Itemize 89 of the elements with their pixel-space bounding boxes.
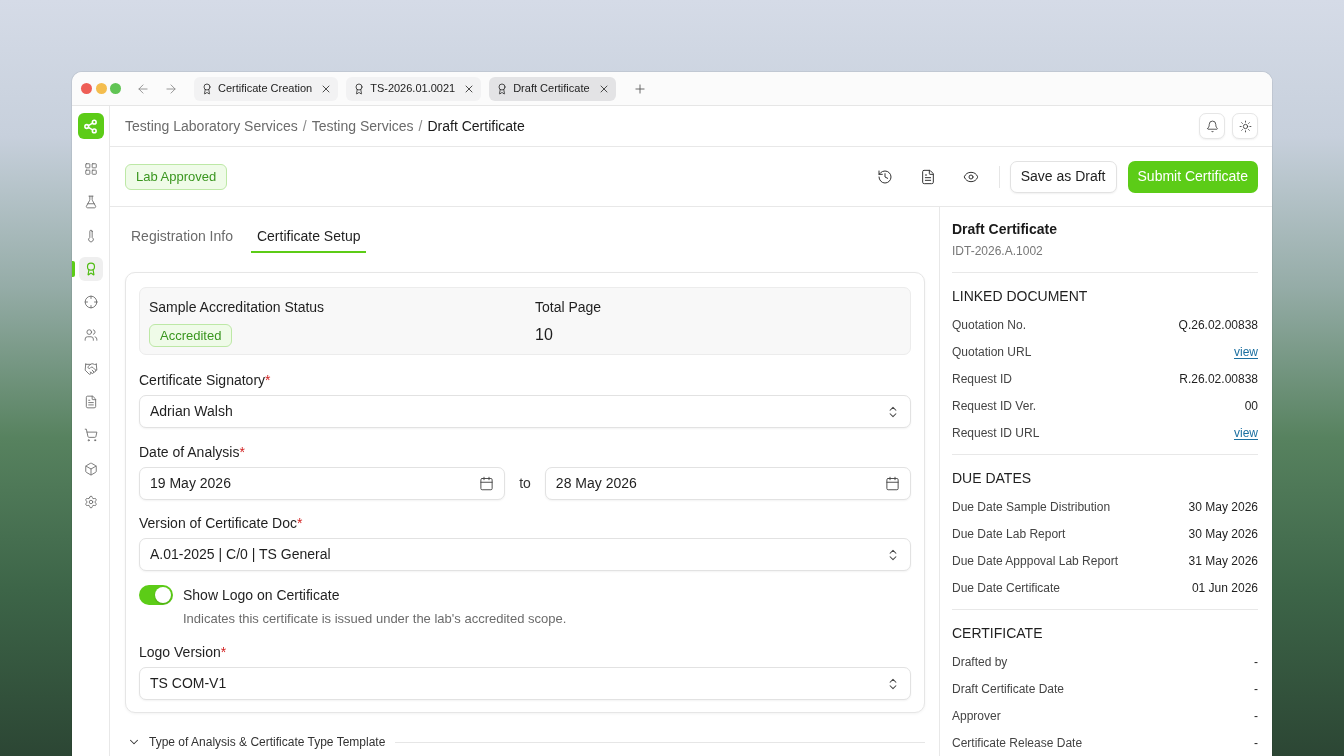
detail-value: - <box>1254 680 1258 698</box>
field-label: Total Page <box>535 298 603 317</box>
toggle-label: Show Logo on Certificate <box>183 586 341 605</box>
app-logo-icon[interactable] <box>77 113 104 139</box>
detail-label: Request ID Ver. <box>952 397 1037 415</box>
panel-title: Draft Certificate <box>952 220 1059 239</box>
crosshair-icon <box>83 295 98 310</box>
save-draft-button[interactable]: Save as Draft <box>1009 160 1117 193</box>
browser-tab[interactable]: Draft Certificate <box>489 76 616 101</box>
detail-label: Certificate Release Date <box>952 734 1083 752</box>
award-ribbon-icon <box>353 82 366 95</box>
handshake-icon <box>83 361 98 376</box>
detail-label: Due Date Apppoval Lab Report <box>952 552 1119 570</box>
settings-icon <box>83 494 98 509</box>
date-input[interactable]: 19 May 2026 <box>139 467 506 500</box>
accredited-badge: Accredited <box>149 324 233 347</box>
grid-icon <box>83 162 98 176</box>
detail-label: Draft Certificate Date <box>952 680 1065 698</box>
cart-icon <box>83 428 98 443</box>
detail-value: - <box>1254 707 1258 725</box>
detail-label: Approver <box>952 707 1001 725</box>
calendar-icon <box>885 476 900 491</box>
version-select[interactable]: A.01-2025 | C/0 | TS General <box>139 538 911 571</box>
status-badge: Lab Approved <box>125 163 228 190</box>
flask-icon <box>83 195 98 210</box>
field-label: Logo Version* <box>139 643 228 662</box>
field-label: Version of Certificate Doc* <box>139 514 304 533</box>
detail-value: - <box>1254 734 1258 752</box>
document-icon[interactable] <box>919 168 936 185</box>
forward-arrow-icon[interactable] <box>164 81 178 96</box>
logo-version-select[interactable]: TS COM-V1 <box>139 667 911 700</box>
section-heading: LINKED DOCUMENT <box>952 287 1089 306</box>
page-tab[interactable]: Certificate Setup <box>250 222 367 253</box>
theme-toggle-button[interactable] <box>1232 113 1258 139</box>
toggle-switch[interactable] <box>139 585 173 605</box>
field-label: Certificate Signatory* <box>139 371 272 390</box>
detail-label: Drafted by <box>952 653 1008 671</box>
breadcrumb-current: Draft Certificate <box>427 116 525 136</box>
detail-value: R.26.02.00838 <box>1179 370 1258 388</box>
detail-label: Due Date Certificate <box>952 579 1061 597</box>
people-icon <box>83 328 98 343</box>
detail-value: Q.26.02.00838 <box>1178 316 1258 334</box>
section-heading: DUE DATES <box>952 469 1033 488</box>
field-label: Date of Analysis* <box>139 443 246 462</box>
detail-value: 00 <box>1244 397 1258 415</box>
detail-value: 31 May 2026 <box>1188 552 1258 570</box>
detail-value: 30 May 2026 <box>1188 525 1258 543</box>
toggle-description: Indicates this certificate is issued under the lab's accredited scope. <box>183 610 567 628</box>
breadcrumb-separator: / <box>302 116 307 136</box>
browser-tab[interactable]: TS-2026.01.0021 <box>346 76 482 101</box>
detail-label: Request ID URL <box>952 424 1040 442</box>
section-toggle[interactable]: Type of Analysis & Certificate Type Template <box>125 733 386 751</box>
breadcrumb-link[interactable]: Testing Laboratory Services <box>125 115 298 137</box>
history-icon[interactable] <box>876 168 893 185</box>
box-icon <box>83 461 98 476</box>
view-link[interactable]: view <box>1234 342 1258 361</box>
window-zoom-control-icon[interactable] <box>110 83 121 94</box>
detail-value: 30 May 2026 <box>1188 498 1258 516</box>
award-ribbon-icon <box>201 82 213 95</box>
document-icon <box>83 395 98 410</box>
section-heading: CERTIFICATE <box>952 624 1044 643</box>
breadcrumb-link[interactable]: Testing Services <box>311 115 414 137</box>
date-input[interactable]: 28 May 2026 <box>544 467 911 500</box>
view-link[interactable]: view <box>1234 423 1258 442</box>
detail-label: Due Date Lab Report <box>952 525 1066 543</box>
signatory-select[interactable]: Adrian Walsh <box>139 395 911 428</box>
detail-label: Due Date Sample Distribution <box>952 498 1111 516</box>
detail-label: Quotation URL <box>952 343 1032 361</box>
detail-label: Quotation No. <box>952 316 1027 334</box>
browser-tab[interactable]: Certificate Creation <box>194 76 339 101</box>
window-minimize-control-icon[interactable] <box>95 83 107 94</box>
page-tab[interactable]: Registration Info <box>125 222 239 253</box>
field-label: Sample Accreditation Status <box>149 298 326 317</box>
document-id: IDT-2026.A.1002 <box>952 243 1044 259</box>
breadcrumb-separator: / <box>418 116 423 136</box>
back-arrow-icon[interactable] <box>136 81 150 96</box>
notification-button[interactable] <box>1199 113 1225 139</box>
range-to-label: to <box>519 474 531 493</box>
detail-label: Request ID <box>952 370 1013 388</box>
detail-value: - <box>1254 653 1258 671</box>
award-ribbon-icon <box>496 82 509 95</box>
window-close-control-icon[interactable] <box>81 83 92 94</box>
sidebar-nav-item[interactable] <box>78 256 103 281</box>
calendar-icon <box>479 476 495 491</box>
detail-value: 01 Jun 2026 <box>1191 579 1258 597</box>
total-page-value: 10 <box>535 325 554 345</box>
sun-icon <box>1238 119 1252 133</box>
plus-icon[interactable] <box>632 81 647 96</box>
bell-icon <box>1205 119 1219 133</box>
